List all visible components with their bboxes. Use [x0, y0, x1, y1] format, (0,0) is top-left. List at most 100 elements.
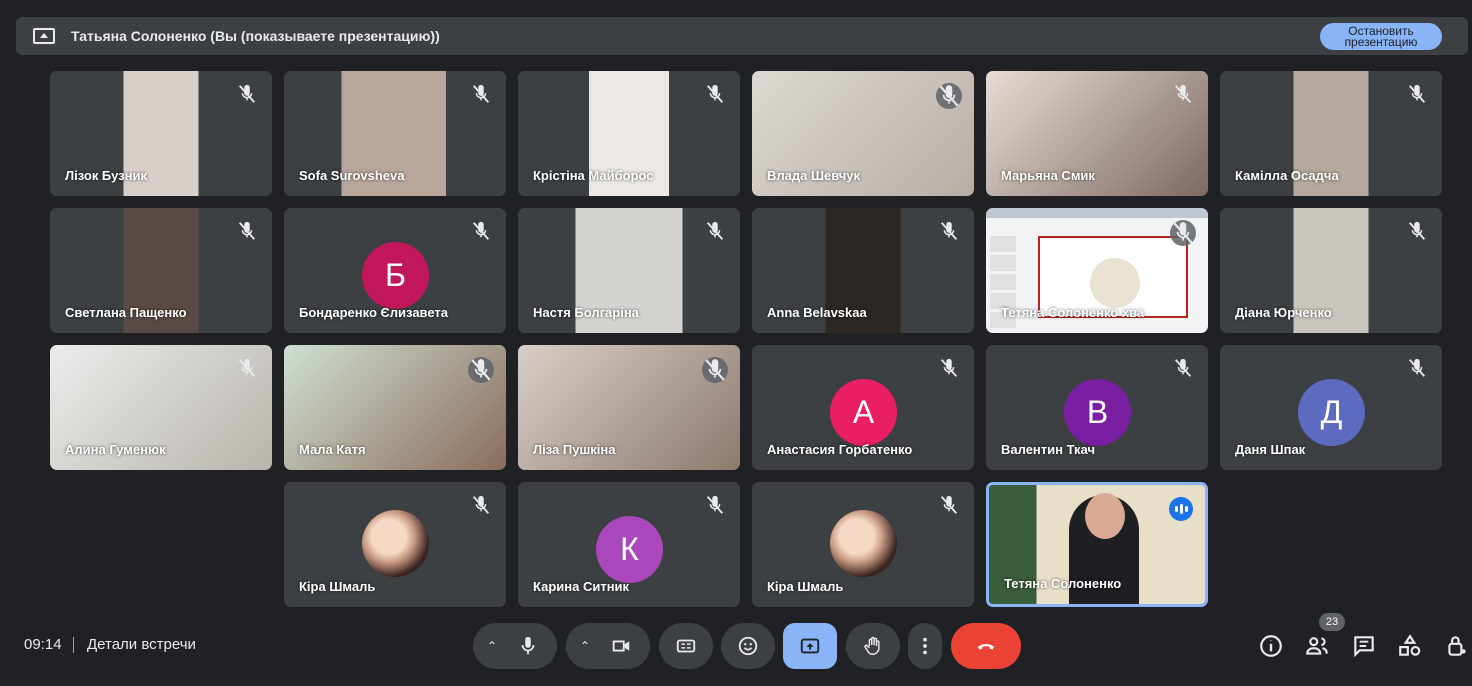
- participant-tile[interactable]: Ліза Пушкіна: [518, 345, 740, 470]
- mic-off-icon: [236, 357, 258, 379]
- participant-name: Светлана Пащенко: [65, 305, 187, 320]
- participant-name: Бондаренко Єлизавета: [299, 305, 449, 320]
- more-vert-icon: [923, 637, 927, 655]
- stop-presentation-button[interactable]: Остановить презентацию: [1320, 23, 1442, 50]
- participant-tile[interactable]: А Анастасия Горбатенко: [752, 345, 974, 470]
- raise-hand-button[interactable]: [846, 623, 900, 669]
- captions-button[interactable]: [659, 623, 713, 669]
- activities-button[interactable]: [1397, 633, 1423, 659]
- mic-off-icon: [468, 357, 494, 383]
- participant-tile[interactable]: Д Даня Шпак: [1220, 345, 1442, 470]
- mic-off-icon: [1406, 357, 1428, 379]
- videocam-icon: [612, 640, 630, 652]
- participant-name: Anna Belavskaa: [767, 305, 867, 320]
- participant-tile[interactable]: Sofa Surovsheva: [284, 71, 506, 196]
- microphone-control[interactable]: ⌃: [473, 623, 557, 669]
- participant-tile[interactable]: Б Бондаренко Єлизавета: [284, 208, 506, 333]
- participants-button[interactable]: [1304, 633, 1330, 659]
- participant-avatar: К: [596, 516, 663, 583]
- participant-photo-avatar: [362, 510, 429, 577]
- presentation-banner: Татьяна Солоненко (Вы (показываете презе…: [16, 17, 1468, 55]
- participant-name: Валентин Ткач: [1001, 442, 1096, 457]
- participant-name: Крістіна Майборос: [533, 168, 654, 183]
- mic-off-icon: [470, 494, 492, 516]
- participant-name: Карина Ситник: [533, 579, 630, 594]
- participant-avatar: В: [1064, 379, 1131, 446]
- participant-name: Діана Юрченко: [1235, 305, 1332, 320]
- participant-name: Тетяна Солоненко: [1004, 576, 1122, 591]
- participant-name: Влада Шевчук: [767, 168, 861, 183]
- mic-off-icon: [704, 220, 726, 242]
- mic-off-icon: [236, 220, 258, 242]
- reactions-button[interactable]: [721, 623, 775, 669]
- participant-tile[interactable]: Тетяна Солоненко: [986, 482, 1208, 607]
- participant-name: Кіра Шмаль: [299, 579, 376, 594]
- people-icon: [1306, 637, 1328, 655]
- speaking-indicator-icon: [1169, 497, 1193, 521]
- microphone-icon: [521, 636, 535, 655]
- meeting-info-button[interactable]: [1258, 633, 1284, 659]
- participant-tile[interactable]: Камілла Осадча: [1220, 71, 1442, 196]
- participant-name: Даня Шпак: [1235, 442, 1306, 457]
- participant-tile[interactable]: Кіра Шмаль: [752, 482, 974, 607]
- participant-name: Тетяна Солоненко хва: [1001, 305, 1145, 320]
- participant-tile[interactable]: Крістіна Майборос: [518, 71, 740, 196]
- participant-name: Камілла Осадча: [1235, 168, 1339, 183]
- mic-off-icon: [1406, 220, 1428, 242]
- host-controls-button[interactable]: [1444, 633, 1470, 659]
- participant-tile[interactable]: Марьяна Смик: [986, 71, 1208, 196]
- mic-off-icon: [704, 83, 726, 105]
- participant-tile[interactable]: Светлана Пащенко: [50, 208, 272, 333]
- participant-avatar: А: [830, 379, 897, 446]
- emoji-icon: [738, 636, 758, 656]
- more-options-button[interactable]: [908, 623, 942, 669]
- participant-name: Мала Катя: [299, 442, 366, 457]
- participant-avatar: Д: [1298, 379, 1365, 446]
- mic-off-icon: [1172, 83, 1194, 105]
- mic-off-icon: [1170, 220, 1196, 246]
- mic-off-icon: [938, 220, 960, 242]
- participant-tile[interactable]: Настя Болгаріна: [518, 208, 740, 333]
- activities-icon: [1399, 634, 1421, 656]
- microphone-button[interactable]: [505, 623, 551, 669]
- meeting-time: 09:14: [24, 636, 62, 653]
- stop-label-line2: презентацию: [1344, 35, 1418, 49]
- mic-off-icon: [936, 83, 962, 109]
- participant-name: Алина Гуменюк: [65, 442, 166, 457]
- chat-button[interactable]: [1351, 633, 1377, 659]
- participant-avatar: Б: [362, 242, 429, 309]
- participant-tile[interactable]: Тетяна Солоненко хва: [986, 208, 1208, 333]
- presenter-label: Татьяна Солоненко (Вы (показываете презе…: [71, 28, 440, 44]
- call-end-icon: [977, 644, 995, 650]
- mic-off-icon: [470, 83, 492, 105]
- lock-person-icon: [1448, 636, 1466, 656]
- participant-name: Настя Болгаріна: [533, 305, 639, 320]
- chat-icon: [1354, 636, 1374, 658]
- participant-name: Ліза Пушкіна: [533, 442, 616, 457]
- camera-button[interactable]: [598, 623, 644, 669]
- mic-off-icon: [236, 83, 258, 105]
- participant-name: Кіра Шмаль: [767, 579, 844, 594]
- leave-call-button[interactable]: [951, 623, 1021, 669]
- meeting-details-button[interactable]: Детали встречи: [87, 636, 196, 653]
- participant-tile[interactable]: Кіра Шмаль: [284, 482, 506, 607]
- participant-tile[interactable]: Алина Гуменюк: [50, 345, 272, 470]
- participant-tile[interactable]: К Карина Ситник: [518, 482, 740, 607]
- participant-tile[interactable]: Мала Катя: [284, 345, 506, 470]
- present-now-button[interactable]: [783, 623, 837, 669]
- participant-tile[interactable]: В Валентин Ткач: [986, 345, 1208, 470]
- camera-control[interactable]: ⌃: [566, 623, 650, 669]
- camera-options-chevron-icon[interactable]: ⌃: [572, 639, 598, 653]
- mic-options-chevron-icon[interactable]: ⌃: [479, 639, 505, 653]
- mic-off-icon: [1406, 83, 1428, 105]
- participant-tile[interactable]: Лізок Бузник: [50, 71, 272, 196]
- participant-tile[interactable]: Anna Belavskaa: [752, 208, 974, 333]
- participant-name: Анастасия Горбатенко: [767, 442, 913, 457]
- participant-tile[interactable]: Діана Юрченко: [1220, 208, 1442, 333]
- mic-off-icon: [938, 357, 960, 379]
- hand-icon: [864, 636, 880, 655]
- participant-photo-avatar: [830, 510, 897, 577]
- captions-icon: [676, 639, 696, 653]
- participant-tile[interactable]: Влада Шевчук: [752, 71, 974, 196]
- participant-name: Лізок Бузник: [65, 168, 147, 183]
